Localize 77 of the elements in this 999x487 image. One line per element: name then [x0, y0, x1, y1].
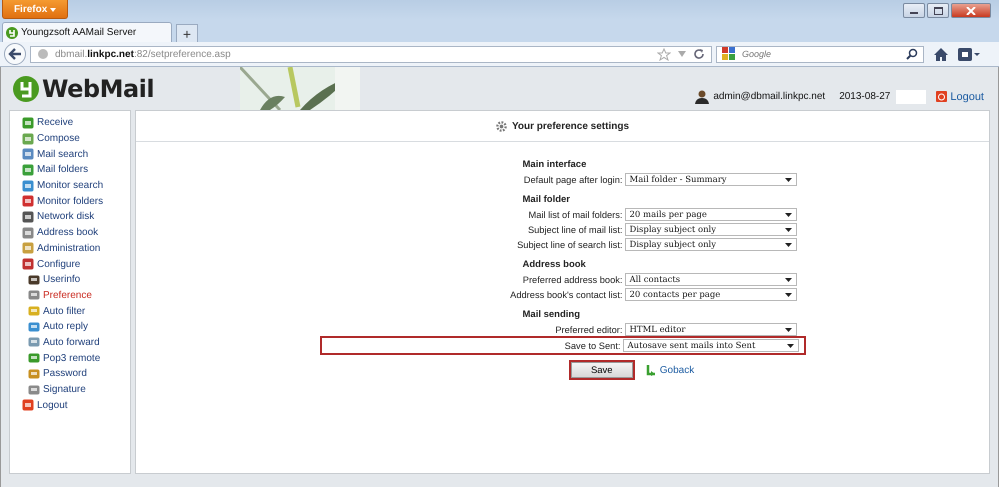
caret-icon: [784, 292, 792, 296]
sidebar-item[interactable]: Auto forward: [10, 334, 130, 350]
sidebar-item[interactable]: Signature: [10, 382, 130, 398]
field-label: Subject line of search list:: [516, 240, 622, 250]
browser-tab[interactable]: Youngzsoft AAMail Server: [2, 22, 172, 42]
caret-icon: [784, 212, 792, 216]
star-icon[interactable]: [657, 48, 671, 60]
dropdown[interactable]: Mail folder - Summary: [624, 173, 796, 186]
field-label: Default page after login:: [522, 174, 622, 184]
back-arrow-icon: [8, 48, 22, 60]
user-email: admin@dbmail.linkpc.net: [713, 91, 826, 102]
section-heading: Mail folder: [522, 194, 570, 204]
dropdown[interactable]: Autosave sent mails into Sent: [622, 339, 798, 352]
goback-link[interactable]: Goback: [644, 364, 694, 376]
logo-icon: [13, 76, 39, 102]
url-text: dbmail.linkpc.net:82/setpreference.asp: [55, 48, 231, 60]
sidebar-item[interactable]: Logout: [10, 397, 130, 414]
sidebar-item[interactable]: Monitor search: [10, 178, 130, 194]
sidebar-item[interactable]: Mail search: [10, 146, 130, 162]
field-label: Save to Sent:: [564, 340, 620, 350]
logo-icon: [6, 26, 18, 38]
dropdown[interactable]: Display subject only: [624, 238, 796, 251]
field-label: Subject line of mail list:: [526, 224, 622, 234]
dropdown[interactable]: 20 contacts per page: [624, 288, 796, 301]
field-label: Preferred editor:: [554, 324, 622, 334]
sidebar-item[interactable]: Mail folders: [10, 162, 130, 178]
sidebar-item[interactable]: Monitor folders: [10, 193, 130, 210]
section-heading: Mail sending: [522, 308, 580, 320]
minimize-button[interactable]: [903, 3, 925, 18]
sidebar-item[interactable]: Auto reply: [10, 318, 130, 335]
date-text: 2013-08-27: [839, 91, 890, 102]
back-button[interactable]: [4, 43, 26, 65]
caret-icon: [784, 242, 792, 246]
sidebar-item[interactable]: Administration: [10, 240, 130, 256]
caret-icon: [784, 328, 792, 332]
bookmarks-icon[interactable]: [958, 48, 980, 60]
address-bar[interactable]: dbmail.linkpc.net:82/setpreference.asp: [30, 46, 712, 62]
sidebar-item[interactable]: Preference: [10, 288, 130, 304]
dropdown[interactable]: All contacts: [624, 273, 796, 286]
section-heading: Address book: [522, 258, 586, 270]
sidebar-item[interactable]: Compose: [10, 130, 130, 146]
close-button[interactable]: [951, 3, 991, 18]
dropdown[interactable]: 20 mails per page: [624, 208, 796, 221]
close-icon: [966, 6, 976, 14]
globe-icon: [37, 48, 49, 60]
search-bar[interactable]: Google: [716, 46, 924, 62]
home-icon[interactable]: [934, 48, 948, 60]
dropdown[interactable]: HTML editor: [624, 323, 796, 336]
reload-icon[interactable]: [693, 48, 705, 60]
sidebar-item[interactable]: Receive: [10, 115, 130, 131]
sidebar-item[interactable]: Userinfo: [10, 272, 130, 288]
blank-panel: [896, 90, 926, 104]
caret-icon: [784, 178, 792, 182]
caret-icon: [50, 8, 56, 12]
field-label: Preferred address book:: [522, 274, 622, 284]
sidebar-item[interactable]: Network disk: [10, 209, 130, 225]
panel-title: Your preference settings: [512, 120, 630, 132]
section-heading: Main interface: [522, 158, 586, 170]
dropdown[interactable]: Display subject only: [624, 223, 796, 236]
caret-icon: [786, 344, 794, 348]
sidebar-item[interactable]: Auto filter: [10, 303, 130, 319]
search-engine-icon: [722, 47, 738, 61]
caret-icon: [784, 278, 792, 282]
sidebar-item[interactable]: Password: [10, 366, 130, 382]
field-label: Mail list of mail folders:: [527, 210, 622, 220]
search-icon[interactable]: [906, 48, 918, 60]
save-button[interactable]: Save: [570, 362, 633, 378]
maximize-button[interactable]: [927, 3, 949, 18]
logout-link[interactable]: Logout: [936, 90, 984, 102]
sidebar-item[interactable]: Configure: [10, 256, 130, 272]
return-arrow-icon: [644, 364, 656, 376]
field-label: Address book's contact list:: [509, 290, 622, 300]
sidebar-item[interactable]: Pop3 remote: [10, 350, 130, 366]
logo-text: WebMail: [42, 74, 154, 102]
sidebar-item[interactable]: Address book: [10, 224, 130, 240]
new-tab-button[interactable]: +: [176, 24, 198, 42]
caret-icon: [784, 228, 792, 232]
